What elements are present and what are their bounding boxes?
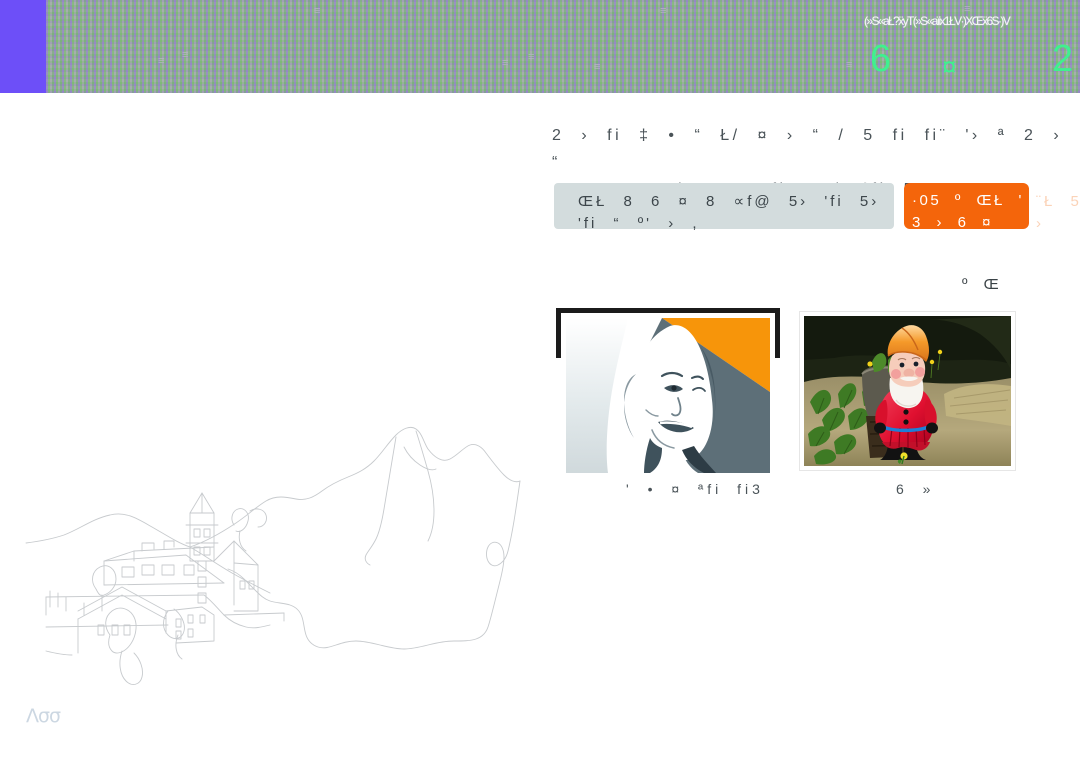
search-submit-button[interactable]: ·05 º ŒŁ ' 3 › 6 ¤: [904, 183, 1029, 231]
garden-gnome-photo: [804, 316, 1011, 466]
header-tick-mark: ≡: [594, 61, 601, 73]
gallery-heading: º Œ: [962, 276, 1005, 293]
header-tick-mark: ≡: [182, 49, 189, 61]
brand-logo[interactable]: Λσσ: [26, 707, 61, 726]
intro-line-1: 2 › fi ‡ • “ Ł/ ¤ › “ / 5 fi fi¨ '› ª 2 …: [552, 127, 1063, 171]
page-header: ≡ ≡ ≡ ≡ ≡ ≡ ≡ ≡ ≡ (»S«aŁ?ẍyT(»S«aïix1ŁV·…: [0, 0, 1080, 93]
gallery: ' • ¤ ªfi fi3 6 »: [556, 308, 1016, 498]
smiling-woman-poster-illustration: [566, 318, 770, 473]
poster-frame-right-edge: [775, 308, 780, 358]
header-tick-mark: ≡: [528, 51, 535, 63]
header-glyph-box: ¤: [942, 51, 957, 81]
search-submit-label: ·05 º ŒŁ ' 3 › 6 ¤: [912, 192, 1024, 231]
gallery-item-photo[interactable]: [799, 311, 1016, 471]
header-glyph-two: 2: [1052, 38, 1074, 80]
gallery-item-poster[interactable]: [556, 308, 780, 473]
caption-poster: ' • ¤ ªfi fi3: [626, 481, 764, 497]
poster-frame-top-edge: [556, 308, 780, 313]
header-tick-mark: ≡: [660, 5, 667, 17]
header-tick-mark: ≡: [158, 55, 165, 67]
poster-frame-left-edge: [556, 308, 561, 358]
header-title: (»S«aŁ?ẍyT(»S«aïix1ŁV·)XŒẍ6S·)V: [864, 14, 1011, 28]
search-input[interactable]: ŒŁ 8 6 ¤ 8 ∝f@ 5› 'fi 5› 'fi “ º' › ,: [554, 183, 894, 232]
header-tick-mark: ≡: [502, 57, 509, 69]
caption-photo: 6 »: [896, 481, 935, 497]
search-row: ŒŁ 8 6 ¤ 8 ∝f@ 5› 'fi 5› 'fi “ º' › , ·0…: [554, 183, 1080, 232]
alpine-village-illustration: [25, 426, 521, 685]
header-glyph-six: 6: [870, 38, 892, 80]
header-tick-mark: ≡: [846, 59, 853, 71]
brand-color-block: [0, 0, 46, 93]
header-tick-mark: ≡: [314, 5, 321, 17]
search-overflow-text: ¨Ł 5 2 ›: [1036, 193, 1080, 232]
search-input-value: ŒŁ 8 6 ¤ 8 ∝f@ 5› 'fi 5› 'fi “ º' › ,: [578, 193, 880, 232]
